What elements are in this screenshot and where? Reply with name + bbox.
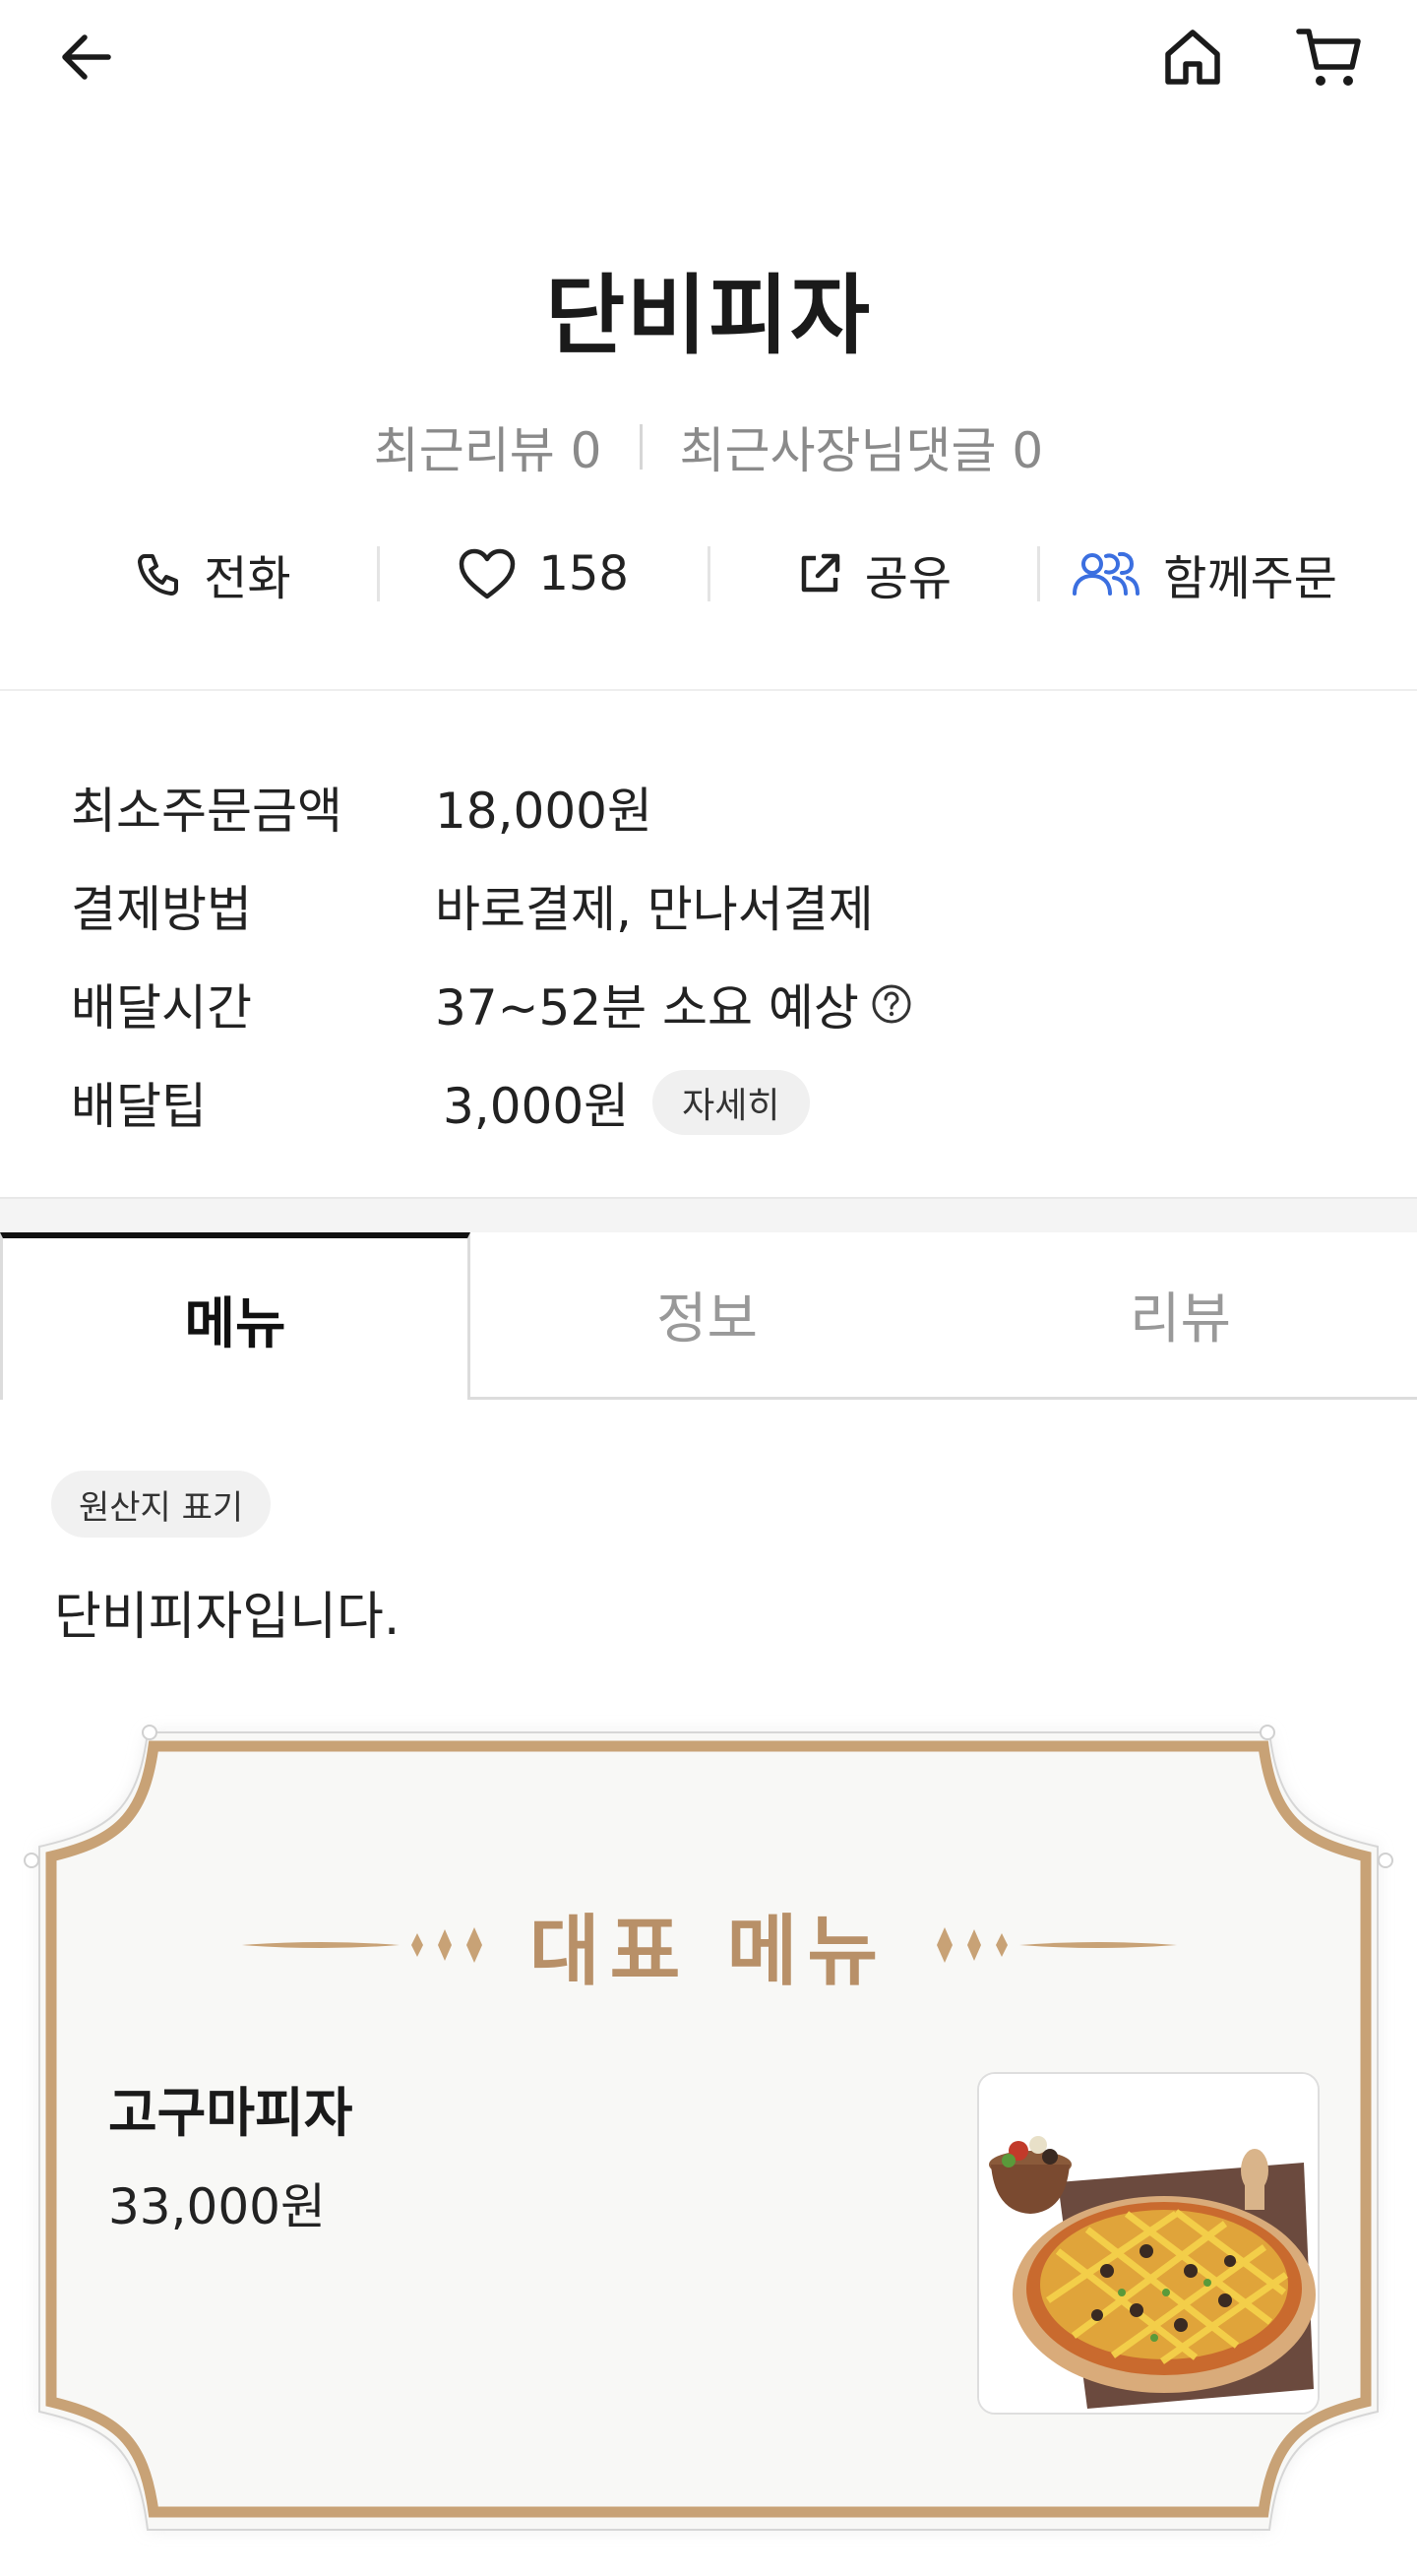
like-button[interactable]: 158 (380, 530, 708, 618)
cart-button[interactable] (1295, 22, 1366, 93)
min-order-label: 최소주문금액 (71, 783, 342, 840)
recent-reviews[interactable]: 최근리뷰 0 (374, 411, 602, 482)
tab-bar: 메뉴 정보 리뷰 (0, 1232, 1417, 1400)
call-button[interactable]: 전화 (49, 530, 377, 618)
store-name: 단비피자 (545, 265, 872, 366)
phone-icon (138, 554, 179, 596)
like-count: 158 (538, 546, 629, 601)
question-circle-icon[interactable] (871, 983, 912, 1025)
group-icon (1073, 551, 1140, 596)
delivery-time-value-wrap: 37~52분 소요 예상 (435, 969, 912, 1039)
share-label: 공유 (864, 551, 953, 606)
featured-item-photo[interactable] (977, 2072, 1320, 2415)
back-button[interactable] (51, 22, 122, 93)
review-divider (639, 424, 643, 470)
arrow-left-icon (62, 34, 111, 80)
divider (0, 689, 1417, 691)
home-icon (1165, 30, 1220, 85)
delivery-time-value: 37~52분 소요 예상 (435, 979, 859, 1037)
delivery-time-row: 배달시간 37~52분 소요 예상 (71, 955, 1350, 1053)
share-button[interactable]: 공유 (710, 530, 1038, 618)
delivery-tip-row: 배달팁 3,000원 자세히 (71, 1053, 1350, 1152)
featured-menu-title: 대표 메뉴 (528, 1908, 889, 1996)
min-order-row: 최소주문금액 18,000원 (71, 758, 1350, 856)
cart-icon (1296, 29, 1361, 86)
origin-label-button[interactable]: 원산지 표기 (51, 1471, 272, 1538)
tab-menu[interactable]: 메뉴 (0, 1232, 470, 1400)
featured-item-name[interactable]: 고구마피자 (108, 2069, 352, 2147)
group-order-button[interactable]: 함께주문 (1040, 530, 1368, 618)
recent-owner-replies[interactable]: 최근사장님댓글 0 (680, 411, 1044, 482)
heart-icon (460, 548, 516, 599)
tab-review[interactable]: 리뷰 (944, 1232, 1417, 1400)
delivery-time-label: 배달시간 (71, 979, 252, 1037)
min-order-value: 18,000원 (435, 783, 652, 840)
delivery-tip-value-wrap: 3,000원 자세히 (435, 1067, 810, 1138)
payment-row: 결제방법 바로결제, 만나서결제 (71, 856, 1350, 955)
review-summary: 최근리뷰 0 최근사장님댓글 0 (0, 411, 1417, 482)
top-bar (0, 0, 1417, 128)
pizza-image (979, 2074, 1318, 2413)
share-icon (801, 553, 839, 593)
delivery-tip-detail-button[interactable]: 자세히 (652, 1070, 810, 1135)
store-intro: 단비피자입니다. (54, 1588, 400, 1647)
store-info: 최소주문금액 18,000원 결제방법 바로결제, 만나서결제 배달시간 37~… (71, 758, 1350, 1152)
delivery-tip-label: 배달팁 (71, 1078, 207, 1135)
payment-value: 바로결제, 만나서결제 (435, 881, 874, 938)
delivery-tip-value: 3,000원 (443, 1078, 630, 1135)
tab-info[interactable]: 정보 (470, 1232, 944, 1400)
section-divider (0, 1197, 1417, 1236)
action-row: 전화 158 공유 함께주문 (49, 530, 1368, 618)
group-order-label: 함께주문 (1163, 551, 1337, 606)
payment-label: 결제방법 (71, 881, 252, 938)
featured-item-price: 33,000원 (108, 2178, 326, 2235)
home-button[interactable] (1157, 22, 1228, 93)
call-label: 전화 (204, 551, 291, 606)
